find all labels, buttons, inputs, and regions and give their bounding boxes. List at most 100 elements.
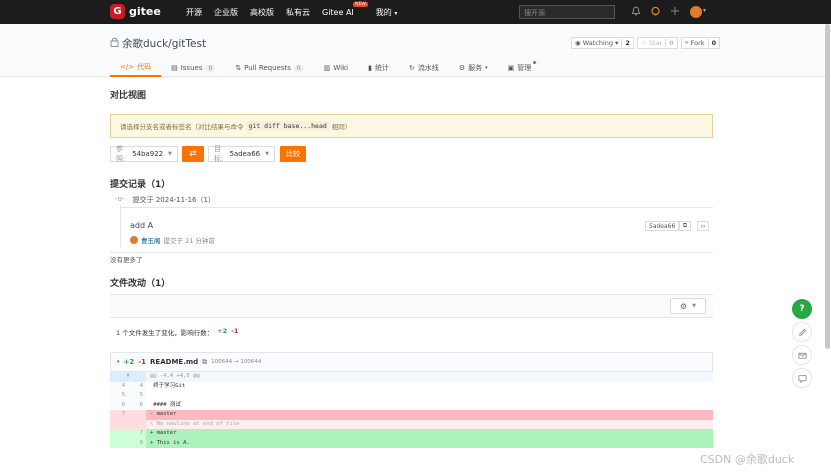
hint-prefix: 请选择分支名或者标签名（对比结果与命令 (120, 123, 244, 131)
nav-education[interactable]: 高校版 (250, 7, 274, 18)
file-name[interactable]: README.md (150, 358, 198, 366)
commit-sha[interactable]: 5adea66 (645, 221, 680, 231)
old-line-number (110, 438, 128, 448)
diff-line: 5 5 (110, 391, 713, 401)
new-line-number: 6 (128, 400, 146, 410)
help-button[interactable]: ? (792, 299, 812, 319)
repo-title[interactable]: 余歌duck/gitTest (110, 36, 206, 51)
chevron-down-icon: ▼ (692, 303, 697, 309)
notification-dot (533, 61, 537, 64)
watch-label: Watching (582, 39, 614, 47)
nav-enterprise[interactable]: 企业版 (214, 7, 238, 18)
pull-request-icon: ⇅ (235, 64, 242, 72)
tab-issues[interactable]: ▤ Issues 0 (161, 59, 225, 77)
repo-header: 余歌duck/gitTest ◉ Watching ▾ 2 ☆ Star 0 ⑂… (0, 24, 831, 77)
diff-code: \ No newline at end of file (146, 419, 713, 429)
lines-removed: -1 (231, 327, 239, 335)
repo-actions: ◉ Watching ▾ 2 ☆ Star 0 ⑂ Fork 0 (571, 37, 721, 49)
nav-gitee-ai-label: Gitee AI (322, 7, 354, 17)
fork-button[interactable]: ⑂ Fork 0 (680, 37, 721, 49)
diff-hunk-header: ⬆ @@ -4,4 +4,5 @@ (110, 372, 713, 382)
tab-pipeline-label: 流水线 (417, 64, 439, 72)
copy-icon[interactable]: ⧉ (202, 358, 207, 367)
divider (110, 252, 713, 253)
diff-settings-button[interactable]: ⚙ ▼ (670, 298, 706, 314)
watch-button[interactable]: ◉ Watching ▾ 2 (571, 37, 634, 49)
edit-icon[interactable] (792, 322, 812, 342)
tab-issues-label: Issues (180, 64, 203, 72)
tab-services[interactable]: ⚙ 服务 ▾ (449, 59, 498, 77)
tab-manage[interactable]: ▣ 管理 (498, 59, 542, 77)
diff-code: - master (146, 410, 713, 420)
tab-pull-requests[interactable]: ⇅ Pull Requests 0 (225, 59, 313, 77)
nav-mine[interactable]: 我的 ▾ (376, 7, 398, 18)
star-label: Star (648, 39, 663, 47)
chevron-down-icon: ▼ (168, 151, 172, 157)
new-line-number: 5 (128, 391, 146, 401)
nav-open-source[interactable]: 开源 (186, 7, 202, 18)
copy-icon[interactable]: ⧉ (679, 221, 691, 231)
commit-message[interactable]: add A (130, 221, 153, 230)
search-input[interactable]: 搜开源 (519, 5, 615, 19)
tab-code[interactable]: </> 代码 (110, 59, 162, 77)
expand-icon[interactable]: ⬆ (110, 372, 146, 382)
diff-line-removed: 7 - master (110, 410, 713, 420)
files-toolbar (110, 294, 713, 318)
swap-button[interactable]: ⇄ (182, 146, 204, 162)
target-branch-select[interactable]: 目标: 5adea66 ▼ (208, 145, 275, 163)
timeline-line (120, 205, 121, 247)
pipeline-icon: ↻ (408, 64, 415, 72)
code-icon: </> (120, 63, 135, 71)
compare-button[interactable]: 比较 (280, 146, 306, 162)
top-navbar: G gitee 开源 企业版 高校版 私有云 Gitee AI NEW 我的 ▾ … (0, 0, 831, 24)
page-title: 对比视图 (110, 91, 147, 101)
bell-icon[interactable] (630, 6, 642, 18)
manage-icon: ▣ (507, 64, 515, 72)
nav-gitee-ai[interactable]: Gitee AI NEW (322, 1, 368, 17)
tab-wiki[interactable]: ▥ Wiki (314, 59, 358, 77)
diff-line-added: 8 + This is A. (110, 438, 713, 448)
nav-private-cloud[interactable]: 私有云 (286, 7, 310, 18)
old-line-number: 5 (110, 391, 128, 401)
commits-heading: 提交记录（1） (110, 180, 171, 190)
new-line-number (128, 410, 146, 420)
tab-stats[interactable]: ▮ 统计 (358, 59, 399, 77)
avatar[interactable] (690, 6, 702, 18)
old-line-number: 4 (110, 381, 128, 391)
chevron-down-icon[interactable]: ▾ (703, 7, 706, 14)
chat-icon[interactable] (792, 368, 812, 388)
star-button[interactable]: ☆ Star 0 (636, 37, 678, 49)
page-scrollbar[interactable] (825, 24, 830, 349)
chevron-down-icon[interactable]: ▾ (117, 359, 120, 365)
base-branch-select[interactable]: 参照: 54ba922 ▼ (110, 145, 178, 163)
fork-label: Fork (690, 39, 705, 47)
tab-pipeline[interactable]: ↻ 流水线 (399, 59, 449, 77)
diff-line: 4 4 终于学习Git (110, 381, 713, 391)
no-more-text: 没有更多了 (110, 256, 143, 264)
files-heading: 文件改动（1） (110, 279, 171, 289)
avatar[interactable] (130, 236, 138, 244)
gitee-logo-icon: G (110, 4, 125, 19)
chevron-down-icon: ▾ (485, 65, 488, 71)
new-line-number: 4 (128, 381, 146, 391)
diff-code: @@ -4,4 +4,5 @@ (146, 372, 713, 382)
main-nav: 开源 企业版 高校版 私有云 Gitee AI NEW 我的 ▾ (186, 0, 397, 24)
commit-date: 提交于 2024-11-16（1） (132, 196, 215, 204)
gitee-logo[interactable]: G gitee (110, 4, 161, 19)
tab-services-label: 服务 (468, 64, 483, 72)
commit-author[interactable]: 曹玉阁 (141, 235, 161, 245)
old-line-number: 6 (110, 400, 128, 410)
new-badge: NEW (353, 1, 368, 7)
gitee-logo-text: gitee (129, 5, 161, 18)
plus-icon[interactable] (669, 6, 681, 18)
bulb-icon[interactable] (649, 6, 661, 18)
star-icon: ☆ (640, 39, 649, 47)
browse-code-icon[interactable]: ‹› (697, 221, 709, 231)
target-label: 目标: (214, 145, 224, 163)
chevron-down-icon: ▾ (394, 9, 398, 17)
eye-icon: ◉ (575, 39, 583, 47)
mail-icon[interactable] (792, 345, 812, 365)
diff-line-added: 7 + master (110, 429, 713, 439)
target-value: 5adea66 (229, 150, 261, 158)
commit-node-icon: -o- (115, 195, 125, 203)
